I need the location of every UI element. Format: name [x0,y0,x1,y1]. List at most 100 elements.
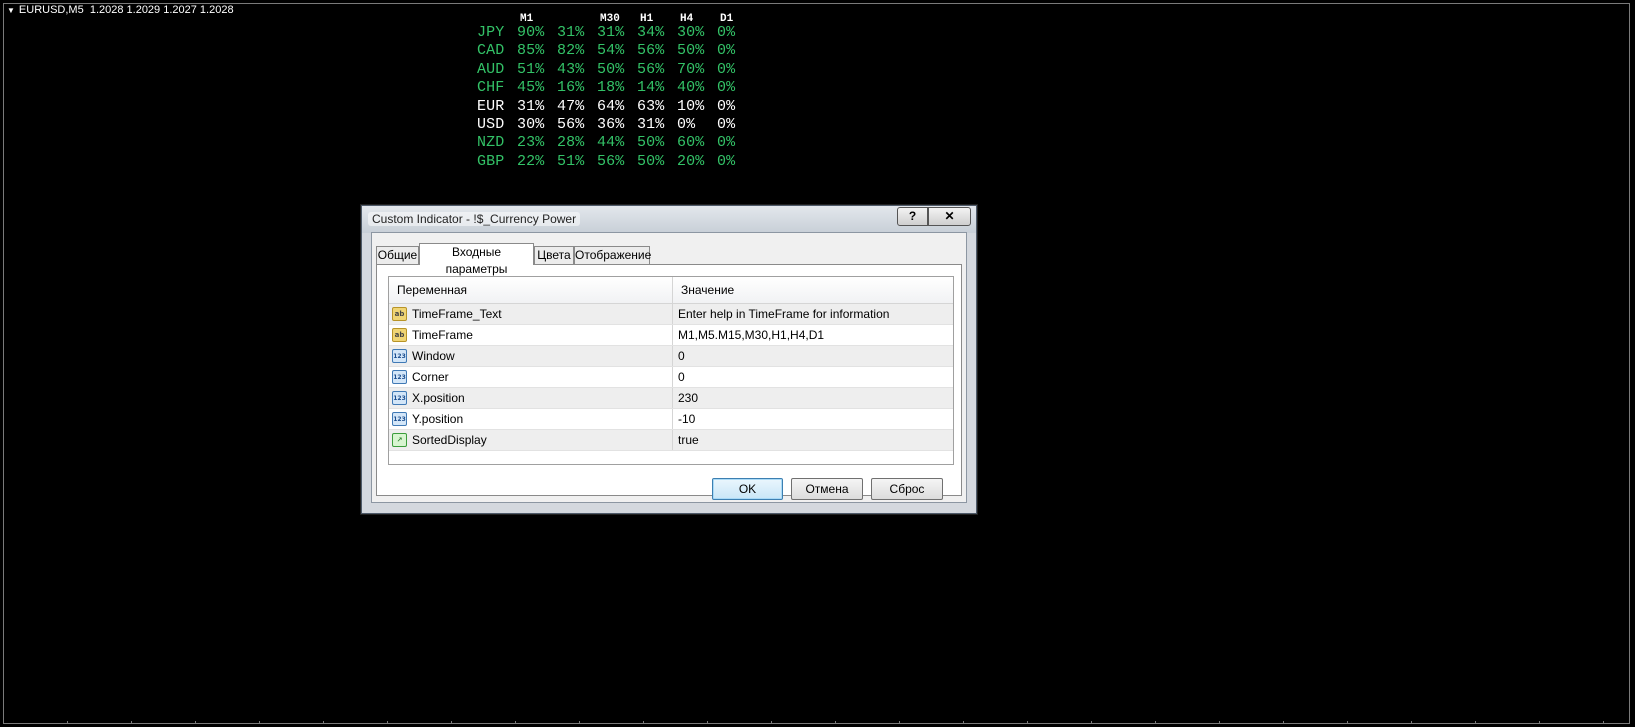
currency-strength-value: 34% [637,24,665,41]
params-grid-body: ab TimeFrame_Text Enter help in TimeFrame … [389,304,953,451]
number-type-icon: 123 [392,370,407,384]
param-name: TimeFrame [412,328,473,342]
param-name: X.position [412,391,465,405]
currency-code: EUR [477,97,505,115]
string-type-icon: ab [392,307,407,321]
tab-colors[interactable]: Цвета [534,246,574,264]
currency-strength-value: 47% [557,97,585,115]
param-row[interactable]: ab TimeFrame_Text Enter help in TimeFrame … [389,304,953,325]
currency-strength-value: 51% [557,152,585,170]
currency-strength-value: 31% [597,24,625,41]
currency-strength-value: 0% [717,152,736,170]
param-value-cell[interactable]: 0 [673,367,953,387]
currency-strength-value: 40% [677,79,705,97]
currency-strength-value: 18% [597,79,625,97]
currency-strength-value: 31% [637,116,665,133]
currency-row: EUR 31% 47% 64% 63% 10% 0% [477,98,757,115]
time-scale [3,721,1630,724]
param-value-cell[interactable]: -10 [673,409,953,429]
param-variable-cell: 123 X.position [389,388,673,408]
currency-row: CAD 85% 82% 54% 56% 50% 0% [477,42,757,59]
param-variable-cell: 123 Y.position [389,409,673,429]
currency-strength-value: 51% [517,60,545,78]
ok-button[interactable]: OK [712,478,783,500]
column-header-variable[interactable]: Переменная [389,277,673,303]
currency-strength-value: 28% [557,134,585,152]
timeframe-header: M1 M30 H1 H4 D1 [0,13,1635,26]
currency-strength-value: 70% [677,60,705,78]
currency-row: NZD 23% 28% 44% 50% 60% 0% [477,134,757,151]
currency-row: GBP 22% 51% 56% 50% 20% 0% [477,153,757,170]
help-button[interactable]: ? [897,207,928,226]
param-value-cell[interactable]: Enter help in TimeFrame for information [673,304,953,324]
currency-strength-value: 36% [597,116,625,133]
param-row[interactable]: ab TimeFrame M1,M5.M15,M30,H1,H4,D1 [389,325,953,346]
currency-strength-value: 16% [557,79,585,97]
params-grid: Переменная Значение ab TimeFrame_Text Ente… [388,276,954,465]
param-name: TimeFrame_Text [412,307,502,321]
param-variable-cell: ↗ SortedDisplay [389,430,673,450]
tab-display[interactable]: Отображение [574,246,651,264]
dialog-titlebar[interactable]: Custom Indicator - !$_Currency Power ? ✕ [362,206,976,233]
currency-strength-value: 30% [677,24,705,41]
param-name: SortedDisplay [412,433,487,447]
inputs-panel: Переменная Значение ab TimeFrame_Text Ente… [376,264,962,496]
currency-strength-value: 56% [557,116,585,133]
currency-code: GBP [477,152,505,170]
param-row[interactable]: ↗ SortedDisplay true [389,430,953,451]
param-row[interactable]: 123 Corner 0 [389,367,953,388]
number-type-icon: 123 [392,349,407,363]
number-type-icon: 123 [392,391,407,405]
dialog-title: Custom Indicator - !$_Currency Power [368,212,581,226]
currency-code: CAD [477,42,505,60]
string-type-icon: ab [392,328,407,342]
currency-row: CHF 45% 16% 18% 14% 40% 0% [477,79,757,96]
currency-strength-value: 82% [557,42,585,60]
currency-strength-value: 63% [637,97,665,115]
currency-strength-value: 0% [717,134,736,152]
cancel-button[interactable]: Отмена [791,478,863,500]
currency-strength-value: 45% [517,79,545,97]
currency-strength-value: 0% [717,116,736,133]
bool-type-icon: ↗ [392,433,407,447]
column-header-value[interactable]: Значение [673,277,953,303]
currency-strength-value: 31% [517,97,545,115]
currency-strength-value: 0% [717,24,736,41]
currency-strength-value: 22% [517,152,545,170]
currency-strength-value: 0% [677,116,696,133]
tab-general[interactable]: Общие [376,246,419,264]
close-button[interactable]: ✕ [928,207,971,226]
param-variable-cell: ab TimeFrame_Text [389,304,673,324]
currency-strength-value: 0% [717,97,736,115]
param-value-cell[interactable]: 230 [673,388,953,408]
param-name: Y.position [412,412,464,426]
param-value-cell[interactable]: true [673,430,953,450]
currency-strength-value: 56% [597,152,625,170]
currency-strength-value: 10% [677,97,705,115]
currency-strength-value: 43% [557,60,585,78]
tab-inputs[interactable]: Входные параметры [419,243,534,276]
param-row[interactable]: 123 Y.position -10 [389,409,953,430]
currency-strength-value: 44% [597,134,625,152]
currency-row: USD 30% 56% 36% 31% 0% 0% [477,116,757,133]
currency-code: USD [477,116,505,133]
param-row[interactable]: 123 X.position 230 [389,388,953,409]
currency-strength-value: 56% [637,60,665,78]
param-value-cell[interactable]: M1,M5.M15,M30,H1,H4,D1 [673,325,953,345]
currency-strength-value: 0% [717,60,736,78]
param-name: Corner [412,370,449,384]
params-grid-header: Переменная Значение [389,277,953,304]
currency-strength-value: 50% [637,152,665,170]
indicator-properties-dialog: Custom Indicator - !$_Currency Power ? ✕… [361,205,977,514]
currency-row: AUD 51% 43% 50% 56% 70% 0% [477,61,757,78]
currency-strength-value: 14% [637,79,665,97]
param-row[interactable]: 123 Window 0 [389,346,953,367]
currency-strength-value: 60% [677,134,705,152]
param-variable-cell: ab TimeFrame [389,325,673,345]
param-value-cell[interactable]: 0 [673,346,953,366]
currency-strength-value: 0% [717,79,736,97]
param-variable-cell: 123 Window [389,346,673,366]
reset-button[interactable]: Сброс [871,478,943,500]
dialog-body: Общие Входные параметры Цвета Отображени… [371,232,967,503]
currency-code: JPY [477,24,505,41]
